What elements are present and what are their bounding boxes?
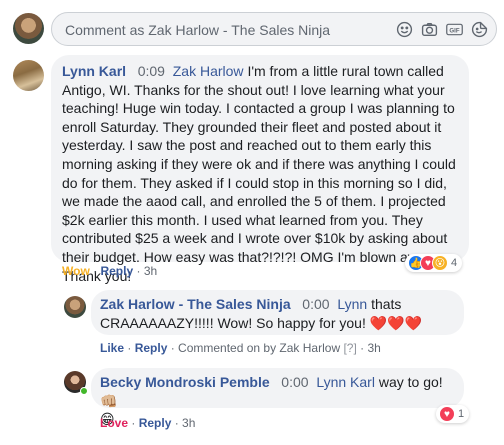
zak-harlow-avatar[interactable]	[64, 296, 86, 318]
comment-text-line: CRAAAAAAZY!!!!! Wow! So happy for you! ❤…	[100, 314, 423, 331]
video-timestamp[interactable]: 0:09	[138, 63, 165, 79]
wow-reaction-button[interactable]: Wow	[62, 264, 90, 278]
comment-actions: Wow · Reply · 3h	[62, 264, 158, 278]
like-button[interactable]: Like	[100, 341, 124, 355]
comment-author[interactable]: Zak Harlow - The Sales Ninja	[100, 296, 291, 312]
gif-label: GIF	[449, 27, 459, 34]
comment-bubble-becky: Becky Mondroski Pemble 0:00 Lynn Karl wa…	[91, 368, 464, 427]
help-marker[interactable]: [?]	[343, 341, 356, 355]
comment-text-line: contributed $25 a week and I wrote over …	[62, 230, 448, 247]
comment-actions: Love · Reply · 3h	[100, 416, 196, 430]
comment-input-placeholder: Comment as Zak Harlow - The Sales Ninja	[65, 22, 331, 38]
comment-text-line: morning asking if they were ok and if th…	[62, 155, 456, 172]
comment-text: I'm from a little rural town called	[247, 63, 444, 79]
emoji-icon[interactable]	[396, 21, 413, 38]
comment-bubble-zak: Zak Harlow - The Sales Ninja 0:00 Lynn t…	[91, 290, 464, 335]
gif-icon[interactable]: GIF	[446, 21, 463, 38]
mention-link[interactable]: Lynn	[337, 296, 367, 312]
reply-button[interactable]: Reply	[139, 416, 172, 430]
comment-text-line: we made the aaod call, and enrolled the …	[62, 193, 446, 210]
comment-text: thats	[371, 296, 402, 312]
comment-text-line: yesterday. I saw the post and reached ou…	[62, 137, 432, 154]
love-reaction-icon: ♥	[439, 406, 455, 422]
reaction-count: 4	[451, 257, 458, 269]
comment-age[interactable]: 3h	[367, 341, 380, 355]
reply-button[interactable]: Reply	[135, 341, 168, 355]
wow-reaction-icon: 😮	[432, 255, 448, 271]
reaction-summary[interactable]: ♥ 1	[436, 405, 470, 423]
comment-age[interactable]: 3h	[144, 264, 157, 278]
video-timestamp[interactable]: 0:00	[281, 374, 308, 390]
comment-text-line: Antigo, WI. Thanks for the shout out! I …	[62, 81, 445, 98]
comment-author[interactable]: Lynn Karl	[62, 63, 126, 79]
current-user-avatar[interactable]	[13, 13, 44, 44]
sticker-icon[interactable]	[471, 21, 488, 38]
comment-text-line: do for them. They asked if I could stop …	[62, 174, 447, 191]
comment-text-line: teaching! Huge win today. I contacted a …	[62, 100, 455, 117]
comment-text-line: Lynn Karl 0:09 Zak Harlow I'm from a lit…	[62, 62, 458, 81]
comment-bubble-lynn: Lynn Karl 0:09 Zak Harlow I'm from a lit…	[51, 55, 469, 284]
comment-age[interactable]: 3h	[182, 416, 195, 430]
lynn-karl-avatar[interactable]	[13, 60, 44, 91]
camera-icon[interactable]	[421, 21, 438, 38]
comment-text-line: $2k earlier this month. I used what lear…	[62, 211, 423, 228]
comment-text-line: enroll Saturday. They grounded their fle…	[62, 118, 442, 135]
comment-actions: Like · Reply · Commented on by Zak Harlo…	[100, 341, 381, 355]
mention-link[interactable]: Lynn Karl	[316, 374, 375, 390]
online-status-indicator	[80, 387, 88, 395]
reaction-summary[interactable]: 👍 ♥ 😮 4	[405, 254, 463, 272]
comment-input[interactable]: Comment as Zak Harlow - The Sales Ninja …	[51, 12, 497, 46]
mention-link[interactable]: Zak Harlow	[173, 63, 244, 79]
comment-author[interactable]: Becky Mondroski Pemble	[100, 374, 270, 390]
video-timestamp[interactable]: 0:00	[302, 296, 329, 312]
reaction-count: 1	[458, 408, 465, 420]
commented-on-by[interactable]: Commented on by Zak Harlow	[178, 341, 340, 355]
love-reaction-button[interactable]: Love	[100, 416, 128, 430]
reply-button[interactable]: Reply	[100, 264, 133, 278]
